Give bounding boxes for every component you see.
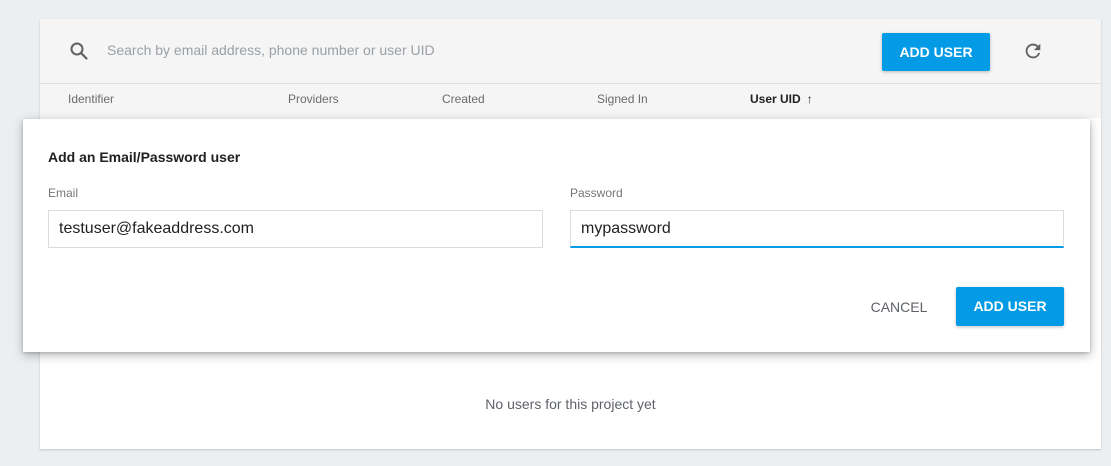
search-input[interactable]: Search by email address, phone number or…: [107, 42, 435, 58]
column-header-created[interactable]: Created: [442, 92, 485, 106]
empty-state-message: No users for this project yet: [485, 396, 656, 412]
sort-arrow-up-icon: ↑: [806, 92, 813, 106]
add-user-button[interactable]: ADD USER: [882, 33, 990, 71]
column-header-identifier[interactable]: Identifier: [68, 92, 114, 106]
add-user-dialog: Add an Email/Password user Email testuse…: [23, 119, 1090, 352]
search-icon[interactable]: [69, 41, 89, 61]
users-toolbar: Search by email address, phone number or…: [40, 19, 1101, 84]
column-header-user-uid-label: User UID: [750, 92, 801, 106]
refresh-icon[interactable]: [1022, 40, 1044, 62]
column-header-providers[interactable]: Providers: [288, 92, 339, 106]
table-header-row: Identifier Providers Created Signed In U…: [40, 84, 1101, 118]
password-field[interactable]: mypassword: [570, 210, 1064, 248]
column-header-signed-in[interactable]: Signed In: [597, 92, 648, 106]
cancel-button[interactable]: CANCEL: [861, 288, 937, 326]
email-label: Email: [48, 186, 79, 200]
email-field[interactable]: testuser@fakeaddress.com: [48, 210, 543, 248]
dialog-title: Add an Email/Password user: [48, 149, 241, 165]
password-label: Password: [570, 186, 623, 200]
column-header-user-uid[interactable]: User UID ↑: [750, 92, 813, 106]
dialog-add-user-button[interactable]: ADD USER: [956, 287, 1064, 326]
